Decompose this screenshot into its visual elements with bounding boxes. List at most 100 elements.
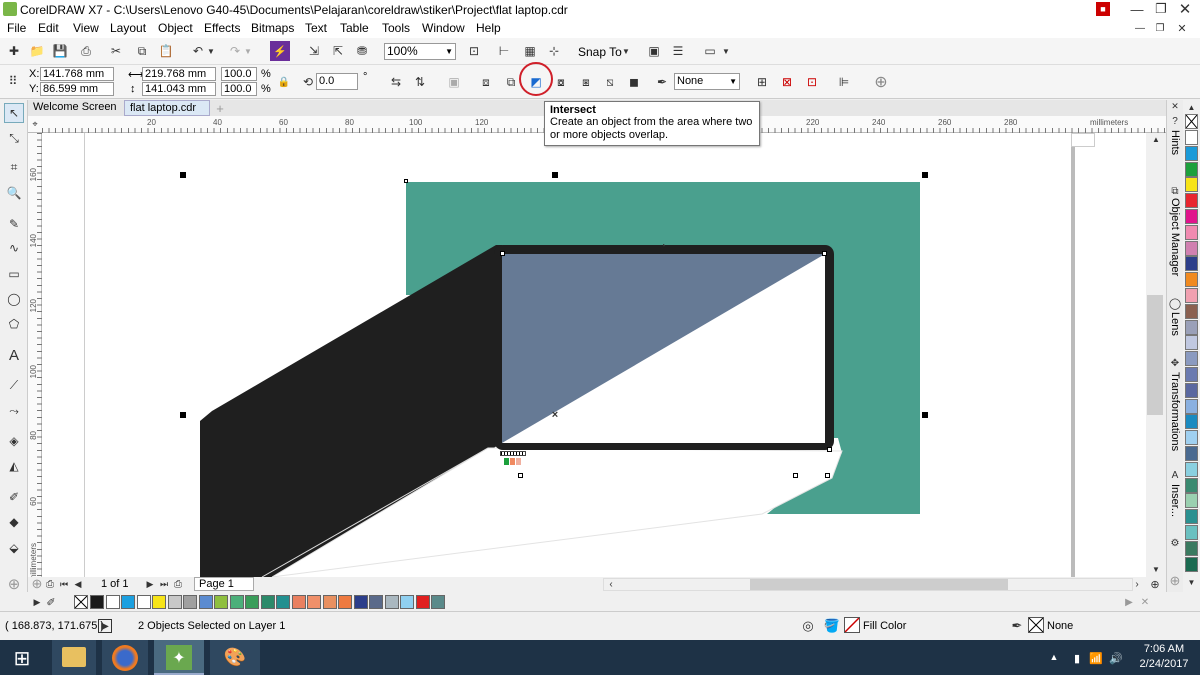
palette-menu-icon[interactable]: ▶ — [32, 595, 42, 609]
paint-button[interactable]: 🎨 — [210, 640, 260, 675]
break-apart-icon[interactable]: ⊠ — [777, 72, 797, 92]
palette-swatch[interactable] — [322, 595, 337, 609]
zoom-level-select[interactable]: 100% ▼ — [384, 43, 456, 60]
zoom-corner-icon[interactable]: ⊕ — [1148, 577, 1162, 591]
palette-swatch[interactable] — [245, 595, 259, 609]
x-position-field[interactable]: 141.768 mm — [40, 67, 114, 81]
save-icon[interactable]: 💾 — [50, 41, 70, 61]
mirror-horizontal-icon[interactable]: ⇆ — [386, 72, 406, 92]
zoom-tool-icon[interactable]: 🔍 — [4, 183, 24, 203]
palette-swatch[interactable] — [1185, 493, 1198, 509]
palette-swatch[interactable] — [431, 595, 445, 609]
undo-dropdown-icon[interactable]: ▼ — [205, 41, 217, 61]
palette-swatch[interactable] — [1185, 193, 1198, 209]
menu-object[interactable]: Object — [158, 21, 193, 35]
weld-icon[interactable]: ⧈ — [476, 72, 496, 92]
scale-width-field[interactable]: 100.0 — [221, 67, 257, 81]
palette-swatch[interactable] — [1185, 145, 1198, 161]
outline-width-select[interactable]: None ▼ — [674, 73, 740, 90]
prev-page-icon[interactable]: ◀ — [72, 577, 84, 591]
smart-fill-icon[interactable]: ⬙ — [4, 538, 24, 558]
user-icon[interactable]: ■ — [1096, 2, 1110, 16]
palette-close-icon[interactable]: ✕ — [1138, 595, 1152, 609]
vertical-scrollbar[interactable]: ▲ ▼ — [1146, 133, 1166, 577]
scale-height-field[interactable]: 100.0 — [221, 82, 257, 96]
object-origin-icon[interactable]: ⠿ — [3, 71, 23, 91]
scroll-up-icon[interactable]: ▲ — [1150, 133, 1162, 145]
cut-icon[interactable]: ✂ — [106, 41, 126, 61]
text-tool-icon[interactable]: A — [4, 345, 24, 365]
ellipse-tool-icon[interactable]: ◯ — [4, 289, 24, 309]
palette-swatch[interactable] — [369, 595, 383, 609]
search-content-icon[interactable]: ⚡ — [270, 41, 290, 61]
file-explorer-button[interactable] — [52, 640, 96, 675]
scroll-left-icon[interactable]: ‹ — [606, 577, 616, 591]
simplify-icon[interactable]: ⧇ — [551, 72, 571, 92]
paste-icon[interactable]: 📋 — [156, 41, 176, 61]
doc-minimize-button[interactable]: — — [1132, 20, 1148, 36]
scroll-down-icon[interactable]: ▼ — [1150, 563, 1162, 575]
palette-swatch[interactable] — [183, 595, 197, 609]
artistic-media-icon[interactable]: ∿ — [4, 238, 24, 258]
rectangle-tool-icon[interactable]: ▭ — [4, 264, 24, 284]
align-distribute-icon[interactable]: ⊞ — [752, 72, 772, 92]
parallel-dimension-icon[interactable]: ⟋ — [4, 375, 24, 395]
windows-start-icon[interactable]: ⊞ — [8, 646, 36, 670]
palette-swatch[interactable] — [1185, 477, 1198, 493]
palette-scroll-right-icon[interactable]: ▶ — [1122, 595, 1136, 609]
height-field[interactable]: 141.043 mm — [142, 82, 216, 96]
docker-close-icon[interactable]: ✕ — [1168, 100, 1182, 112]
width-field[interactable]: 219.768 mm — [142, 67, 216, 81]
palette-swatch[interactable] — [229, 595, 244, 609]
export-icon[interactable]: ⇱ — [328, 41, 348, 61]
zoom-add-icon[interactable]: ⊕ — [30, 576, 44, 591]
palette-swatch[interactable] — [276, 595, 290, 609]
first-page-icon[interactable]: ⏮ — [58, 577, 70, 591]
status-play-icon[interactable]: ▶ — [98, 619, 112, 633]
palette-swatch[interactable] — [152, 595, 166, 609]
page-tab-1[interactable]: Page 1 — [194, 577, 254, 591]
palette-swatch[interactable] — [1185, 256, 1198, 272]
drop-shadow-icon[interactable]: ◈ — [4, 431, 24, 451]
import-icon[interactable]: ⇲ — [304, 41, 324, 61]
palette-swatch[interactable] — [1185, 414, 1198, 430]
redo-dropdown-icon[interactable]: ▼ — [242, 41, 254, 61]
shape-node[interactable] — [404, 179, 408, 183]
scroll-right-icon[interactable]: › — [1132, 577, 1142, 591]
tab-flat-laptop[interactable]: flat laptop.cdr — [124, 100, 210, 116]
palette-swatch[interactable] — [1185, 209, 1198, 224]
palette-swatch[interactable] — [353, 595, 368, 609]
palette-swatch[interactable] — [1185, 382, 1198, 398]
convert-to-curves-icon[interactable]: ⊡ — [802, 72, 822, 92]
color-proof-icon[interactable]: ◎ — [800, 618, 816, 634]
fill-color-swatch[interactable] — [844, 617, 860, 633]
palette-swatch[interactable] — [1185, 161, 1198, 177]
battery-icon[interactable]: ▮ — [1070, 650, 1084, 666]
crop-tool-icon[interactable]: ⌗ — [4, 157, 24, 177]
application-launcher-icon[interactable]: ▭ — [700, 41, 720, 61]
menu-help[interactable]: Help — [476, 21, 501, 35]
palette-swatch[interactable] — [415, 595, 430, 609]
hints-icon[interactable]: ? — [1168, 114, 1182, 128]
selection-handle[interactable] — [180, 412, 186, 418]
show-guidelines-icon[interactable]: ⊹ — [544, 41, 564, 61]
palette-down-icon[interactable]: ▼ — [1185, 576, 1198, 588]
palette-swatch[interactable] — [1185, 335, 1198, 351]
palette-swatch[interactable] — [291, 595, 306, 609]
drawing-canvas[interactable]: ◔ × — [42, 133, 1146, 577]
center-marker-icon[interactable]: × — [550, 409, 560, 421]
show-hidden-icons[interactable]: ▲ — [1048, 650, 1060, 664]
palette-swatch[interactable] — [307, 595, 321, 609]
palette-up-icon[interactable]: ▲ — [1185, 102, 1198, 112]
shape-node[interactable] — [827, 447, 832, 452]
docker-transformations[interactable]: Transformations — [1169, 372, 1181, 451]
lock-ratio-icon[interactable]: 🔒 — [274, 72, 294, 92]
alignment-icon[interactable]: ⊫ — [834, 72, 854, 92]
menu-layout[interactable]: Layout — [110, 21, 146, 35]
snap-to-button[interactable]: Snap To — [578, 45, 622, 59]
combine-icon[interactable]: ▣ — [444, 72, 464, 92]
full-screen-preview-icon[interactable]: ⊡ — [464, 41, 484, 61]
shape-node[interactable] — [825, 473, 830, 478]
rotation-field[interactable]: 0.0 — [316, 73, 358, 90]
ruler-origin-icon[interactable]: ⌖ — [28, 116, 42, 133]
